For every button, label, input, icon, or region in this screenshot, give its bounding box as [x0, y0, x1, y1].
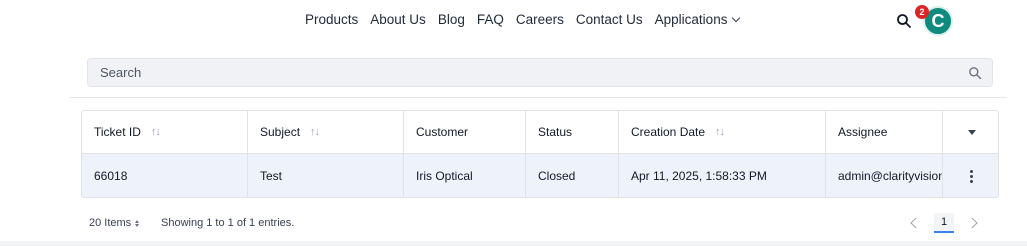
column-header-assignee: Assignee [826, 111, 943, 153]
cell-creation-date: Apr 11, 2025, 1:58:33 PM [619, 154, 826, 197]
divider [70, 97, 1007, 98]
nav-link-faq[interactable]: FAQ [477, 12, 504, 27]
bottom-strip [0, 241, 1027, 246]
cell-customer: Iris Optical [404, 154, 526, 197]
column-header-label: Assignee [838, 125, 888, 139]
column-header-creation-date[interactable]: Creation Date ↑↓ [619, 111, 826, 153]
nav-link-applications-label: Applications [654, 12, 728, 27]
column-header-label: Status [538, 125, 573, 139]
page-button-current[interactable]: 1 [934, 213, 954, 233]
table-row[interactable]: 66018 Test Iris Optical Closed Apr 11, 2… [82, 154, 998, 197]
cell-subject: Test [248, 154, 404, 197]
search-input[interactable] [88, 59, 948, 86]
chevron-right-icon[interactable] [966, 217, 978, 229]
table-header-row: Ticket ID ↑↓ Subject ↑↓ Customer Status … [82, 111, 998, 154]
sort-icon[interactable]: ↑↓ [715, 126, 725, 138]
column-header-subject[interactable]: Subject ↑↓ [248, 111, 404, 153]
items-per-page-select[interactable]: 20 Items [89, 217, 140, 229]
nav-link-applications[interactable]: Applications [654, 12, 741, 27]
entries-summary: Showing 1 to 1 of 1 entries. [161, 217, 295, 229]
column-header-label: Ticket ID [94, 125, 141, 139]
column-header-status: Status [526, 111, 619, 153]
nav-link-careers[interactable]: Careers [516, 12, 564, 27]
chevron-left-icon[interactable] [910, 217, 922, 229]
column-header-label: Creation Date [631, 125, 706, 139]
items-per-page-label: 20 Items [89, 217, 132, 229]
top-nav: Products About Us Blog FAQ Careers Conta… [0, 0, 1027, 42]
search-icon[interactable] [968, 66, 982, 80]
cell-ticket-id: 66018 [82, 154, 248, 197]
caret-down-icon [967, 129, 976, 135]
search-icon[interactable] [896, 13, 912, 29]
select-arrows-icon [135, 219, 140, 227]
column-header-customer: Customer [404, 111, 526, 153]
column-options-button[interactable] [943, 111, 998, 153]
tickets-table: Ticket ID ↑↓ Subject ↑↓ Customer Status … [81, 110, 999, 198]
more-vertical-icon [970, 169, 973, 183]
row-actions-button[interactable] [943, 154, 998, 197]
column-header-label: Subject [260, 125, 301, 139]
sort-icon[interactable]: ↑↓ [310, 126, 320, 138]
sort-icon[interactable]: ↑↓ [151, 126, 161, 138]
nav-link-products[interactable]: Products [305, 12, 358, 27]
notification-badge: 2 [915, 5, 929, 19]
nav-links: Products About Us Blog FAQ Careers Conta… [305, 12, 741, 27]
page: Products About Us Blog FAQ Careers Conta… [0, 0, 1027, 246]
cell-assignee: admin@clarityvisionsolutions [826, 154, 943, 197]
nav-link-contact-us[interactable]: Contact Us [576, 12, 643, 27]
column-header-label: Customer [416, 125, 469, 139]
cell-status: Closed [526, 154, 619, 197]
nav-link-about-us[interactable]: About Us [370, 12, 426, 27]
search-bar [87, 58, 993, 87]
nav-link-blog[interactable]: Blog [438, 12, 465, 27]
pagination: 1 [910, 213, 978, 233]
chevron-down-icon [732, 13, 741, 23]
column-header-ticket-id[interactable]: Ticket ID ↑↓ [82, 111, 248, 153]
table-footer: 20 Items Showing 1 to 1 of 1 entries. 1 [0, 205, 1027, 241]
